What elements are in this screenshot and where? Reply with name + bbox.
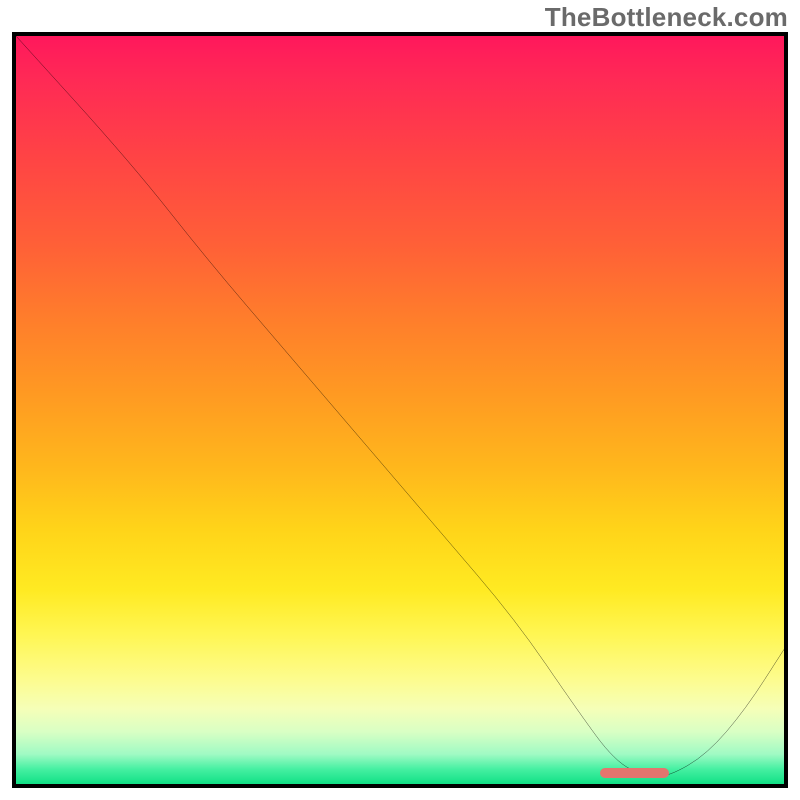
- chart-container: TheBottleneck.com: [0, 0, 800, 800]
- watermark-label: TheBottleneck.com: [545, 2, 788, 33]
- plot-area: [12, 32, 788, 788]
- bottleneck-curve: [16, 36, 784, 784]
- optimal-range-marker: [600, 768, 669, 778]
